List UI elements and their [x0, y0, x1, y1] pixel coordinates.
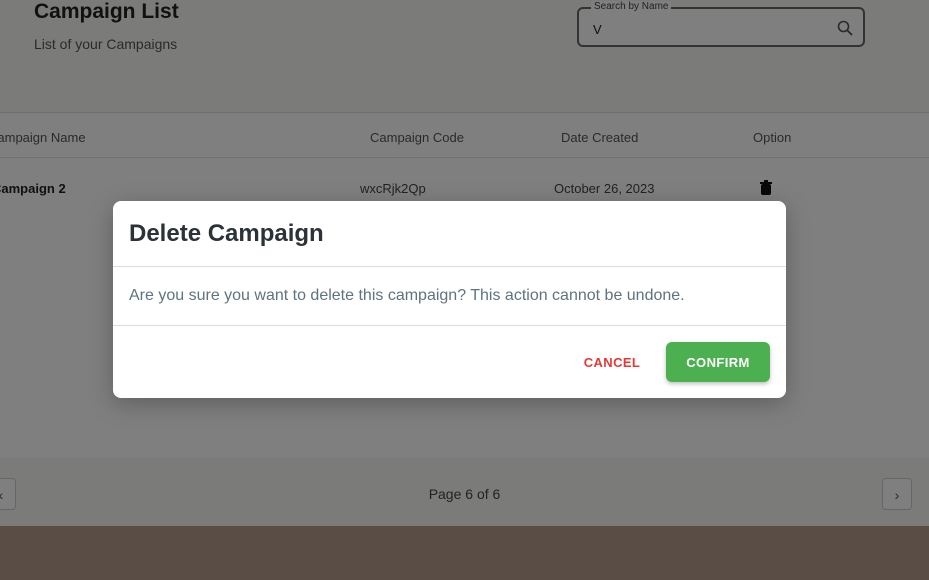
dialog-footer-divider	[113, 325, 786, 326]
dialog-header-divider	[113, 266, 786, 267]
cancel-button[interactable]: CANCEL	[571, 342, 653, 382]
dialog-message: Are you sure you want to delete this cam…	[129, 287, 685, 304]
confirm-button[interactable]: CONFIRM	[666, 342, 770, 382]
dialog-title: Delete Campaign	[129, 220, 324, 247]
delete-campaign-dialog: Delete Campaign Are you sure you want to…	[113, 201, 786, 398]
